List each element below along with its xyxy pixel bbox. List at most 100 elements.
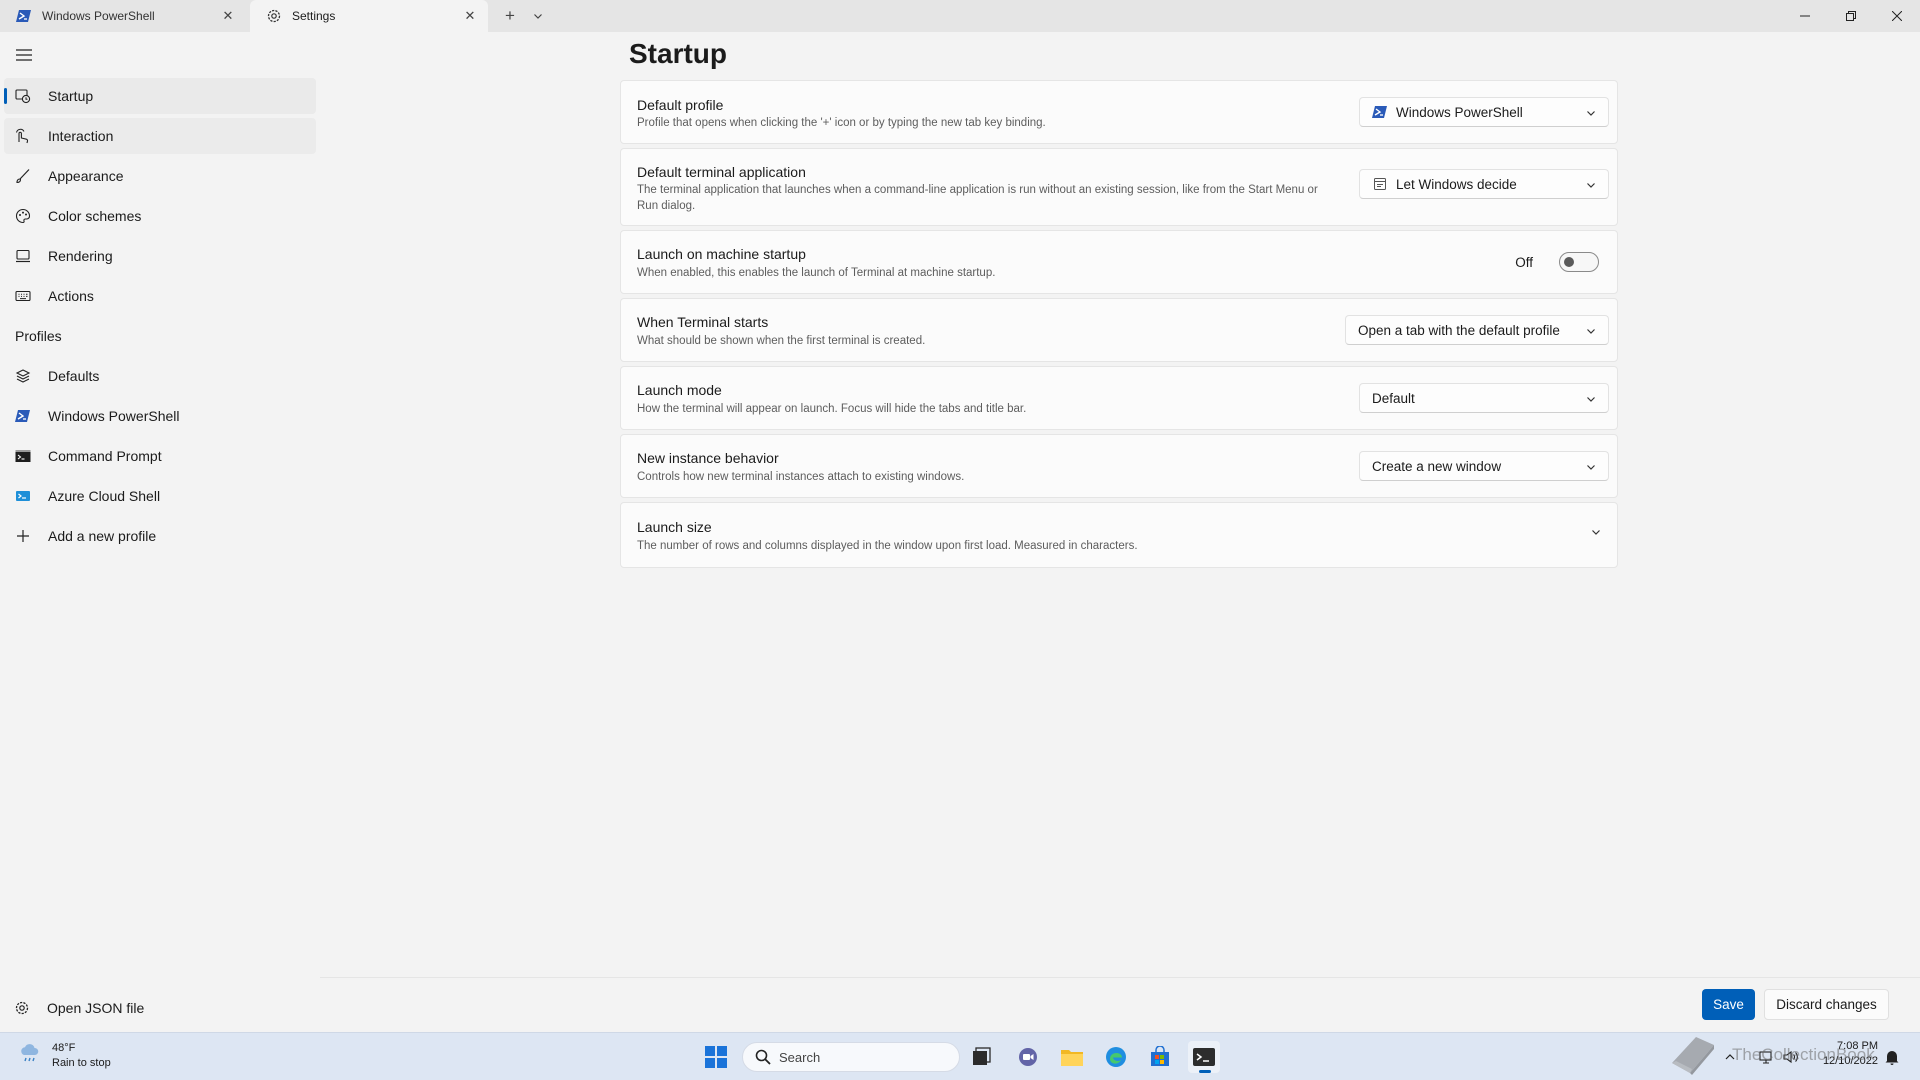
dropdown-value: Windows PowerShell — [1396, 104, 1523, 120]
launch-on-startup-toggle[interactable] — [1559, 252, 1599, 272]
dropdown-value: Create a new window — [1372, 458, 1502, 474]
chevron-down-icon — [1584, 460, 1598, 474]
sidebar-item-add-new-profile[interactable]: Add a new profile — [4, 518, 316, 554]
search-icon — [755, 1049, 771, 1065]
setting-description: What should be shown when the first term… — [637, 335, 926, 347]
edge-icon — [1106, 1047, 1126, 1067]
taskbar-search[interactable]: Search — [742, 1042, 960, 1072]
dropdown-value: Open a tab with the default profile — [1358, 322, 1560, 338]
tab-title: Settings — [292, 9, 336, 23]
edge-browser-button[interactable] — [1100, 1041, 1132, 1073]
setting-title: Launch size — [637, 519, 712, 535]
rain-cloud-icon — [18, 1042, 42, 1071]
running-indicator — [1199, 1070, 1211, 1073]
weather-temp: 48°F — [52, 1042, 76, 1054]
sidebar-item-label: Windows PowerShell — [48, 408, 180, 424]
sidebar-item-appearance[interactable]: Appearance — [4, 158, 316, 194]
selection-indicator — [4, 88, 7, 104]
page-title: Startup — [629, 38, 727, 69]
sidebar-item-command-prompt[interactable]: Command Prompt — [4, 438, 316, 474]
terminal-icon — [1193, 1048, 1215, 1066]
setting-description: The terminal application that launches w… — [637, 184, 1318, 212]
sidebar-item-color-schemes[interactable]: Color schemes — [4, 198, 316, 234]
default-terminal-dropdown[interactable]: Let Windows decide — [1359, 169, 1609, 199]
when-terminal-starts-dropdown[interactable]: Open a tab with the default profile — [1345, 315, 1609, 345]
chevron-down-icon — [1584, 106, 1598, 120]
teams-chat-button[interactable] — [1012, 1041, 1044, 1073]
chevron-down-icon — [1584, 324, 1598, 338]
tab-title: Windows PowerShell — [42, 9, 155, 23]
setting-title: When Terminal starts — [637, 314, 769, 330]
save-button[interactable]: Save — [1702, 989, 1755, 1020]
gear-icon — [266, 8, 282, 24]
tab-dropdown-button[interactable] — [528, 0, 548, 32]
minimize-button[interactable] — [1782, 0, 1828, 32]
weather-desc: Rain to stop — [52, 1057, 111, 1069]
discard-changes-button[interactable]: Discard changes — [1764, 989, 1889, 1020]
chat-icon — [1019, 1048, 1037, 1066]
sidebar-item-rendering[interactable]: Rendering — [4, 238, 316, 274]
task-view-button[interactable] — [966, 1041, 998, 1073]
new-tab-button[interactable]: + — [498, 0, 522, 32]
setting-card-launch-mode: Launch mode How the terminal will appear… — [620, 366, 1618, 430]
open-json-file-button[interactable]: Open JSON file — [14, 996, 144, 1020]
start-button[interactable] — [700, 1041, 732, 1073]
close-tab-icon[interactable]: ✕ — [462, 8, 478, 24]
file-explorer-button[interactable] — [1056, 1041, 1088, 1073]
new-instance-behavior-dropdown[interactable]: Create a new window — [1359, 451, 1609, 481]
launch-mode-dropdown[interactable]: Default — [1359, 383, 1609, 413]
sidebar-item-azure-cloud-shell[interactable]: Azure Cloud Shell — [4, 478, 316, 514]
sidebar-item-actions[interactable]: Actions — [4, 278, 316, 314]
dropdown-value: Let Windows decide — [1396, 176, 1517, 192]
store-icon — [1151, 1046, 1169, 1066]
setting-card-when-terminal-starts: When Terminal starts What should be show… — [620, 298, 1618, 362]
hamburger-menu-button[interactable] — [14, 46, 34, 64]
sidebar-item-label: Interaction — [48, 128, 114, 144]
monitor-icon — [15, 248, 31, 264]
setting-title: New instance behavior — [637, 450, 779, 466]
sidebar-item-label: Appearance — [48, 168, 124, 184]
setting-card-launch-size[interactable]: Launch size The number of rows and colum… — [620, 502, 1618, 568]
sidebar-item-defaults[interactable]: Defaults — [4, 358, 316, 394]
notifications-button[interactable] — [1884, 1047, 1900, 1067]
toggle-knob — [1564, 257, 1574, 267]
cmd-icon — [15, 448, 31, 464]
hamburger-icon — [16, 49, 32, 61]
close-window-button[interactable] — [1874, 0, 1920, 32]
setting-card-new-instance-behavior: New instance behavior Controls how new t… — [620, 434, 1618, 498]
restore-button[interactable] — [1828, 0, 1874, 32]
title-bar: Windows PowerShell ✕ Settings ✕ + — [0, 0, 1920, 32]
close-tab-icon[interactable]: ✕ — [220, 8, 236, 24]
sidebar-item-windows-powershell[interactable]: Windows PowerShell — [4, 398, 316, 434]
tab-windows-powershell[interactable]: Windows PowerShell ✕ — [0, 0, 246, 32]
sidebar-item-interaction[interactable]: Interaction — [4, 118, 316, 154]
book-logo-icon — [1672, 1037, 1714, 1075]
search-placeholder: Search — [779, 1049, 821, 1065]
sidebar-item-label: Add a new profile — [48, 528, 157, 544]
open-json-file-label: Open JSON file — [47, 1000, 145, 1016]
terminal-taskbar-button[interactable] — [1188, 1041, 1220, 1073]
profiles-header: Profiles — [15, 328, 62, 344]
chevron-down-icon — [1584, 392, 1598, 406]
sidebar-item-label: Color schemes — [48, 208, 142, 224]
setting-title: Launch mode — [637, 382, 722, 398]
palette-icon — [15, 208, 31, 224]
chevron-down-icon — [1584, 178, 1598, 192]
sidebar-item-startup[interactable]: Startup — [4, 78, 316, 114]
weather-widget[interactable]: 48°F Rain to stop — [18, 1041, 111, 1071]
plus-icon — [15, 528, 31, 544]
azure-icon — [15, 488, 31, 504]
setting-title: Default terminal application — [637, 164, 806, 180]
microsoft-store-button[interactable] — [1144, 1041, 1176, 1073]
tab-settings[interactable]: Settings ✕ — [250, 0, 488, 32]
powershell-icon — [1372, 104, 1388, 120]
chevron-down-icon[interactable] — [1589, 525, 1603, 539]
dropdown-value: Default — [1372, 390, 1415, 406]
powershell-icon — [15, 408, 31, 424]
powershell-icon — [16, 8, 32, 24]
sidebar-item-label: Startup — [48, 88, 94, 104]
gear-icon — [14, 1000, 30, 1016]
keyboard-icon — [15, 288, 31, 304]
close-icon — [1892, 11, 1902, 21]
default-profile-dropdown[interactable]: Windows PowerShell — [1359, 97, 1609, 127]
